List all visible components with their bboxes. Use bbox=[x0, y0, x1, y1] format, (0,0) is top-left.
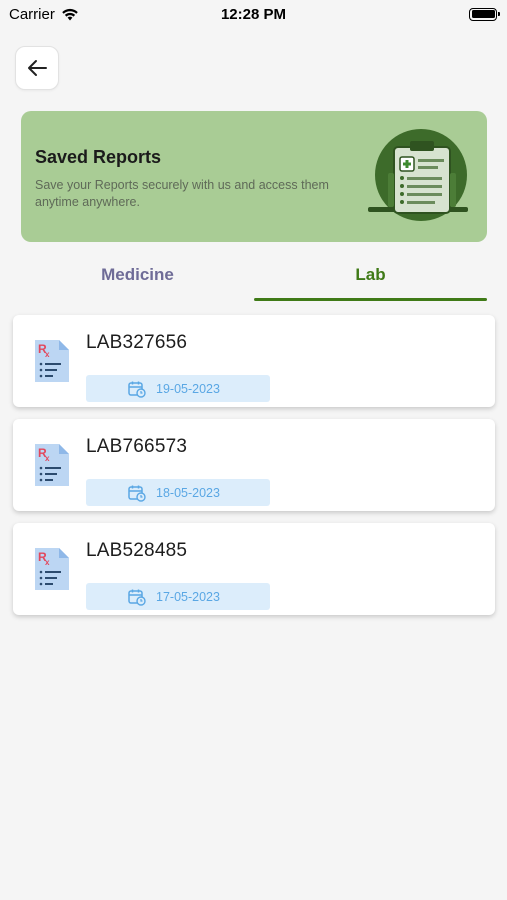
banner-title: Saved Reports bbox=[35, 147, 162, 167]
date-chip: 17-05-2023 bbox=[86, 583, 270, 610]
date-chip: 19-05-2023 bbox=[86, 375, 270, 402]
prescription-document-icon: R x bbox=[35, 444, 69, 486]
report-list: R x LAB327656 19-05-2023 R x LAB766573 1… bbox=[13, 315, 495, 627]
wifi-icon bbox=[62, 8, 78, 20]
report-card[interactable]: R x LAB528485 17-05-2023 bbox=[13, 523, 495, 615]
status-left: Carrier bbox=[9, 6, 79, 23]
svg-text:x: x bbox=[45, 454, 50, 463]
report-tabs: Medicine Lab bbox=[21, 248, 487, 301]
arrow-left-icon bbox=[28, 60, 47, 76]
svg-text:x: x bbox=[45, 558, 50, 567]
date-chip: 18-05-2023 bbox=[86, 479, 270, 506]
calendar-clock-icon bbox=[128, 485, 146, 502]
report-date: 19-05-2023 bbox=[156, 381, 220, 396]
calendar-clock-icon bbox=[128, 381, 146, 398]
saved-reports-banner: Saved Reports Save your Reports securely… bbox=[21, 111, 487, 242]
prescription-document-icon: R x bbox=[35, 548, 69, 590]
report-date: 18-05-2023 bbox=[156, 485, 220, 500]
report-card[interactable]: R x LAB327656 19-05-2023 bbox=[13, 315, 495, 407]
report-id: LAB766573 bbox=[86, 436, 188, 457]
svg-text:x: x bbox=[45, 350, 50, 359]
report-id: LAB327656 bbox=[86, 332, 188, 353]
status-bar: Carrier 12:28 PM bbox=[0, 0, 507, 28]
report-date: 17-05-2023 bbox=[156, 589, 220, 604]
report-card[interactable]: R x LAB766573 18-05-2023 bbox=[13, 419, 495, 511]
clipboard-report-icon bbox=[368, 129, 468, 221]
battery-icon bbox=[469, 7, 500, 21]
calendar-clock-icon bbox=[128, 589, 146, 606]
tab-medicine[interactable]: Medicine bbox=[21, 248, 254, 301]
tab-lab[interactable]: Lab bbox=[254, 248, 487, 301]
carrier-label: Carrier bbox=[9, 5, 55, 23]
prescription-document-icon: R x bbox=[35, 340, 69, 382]
report-id: LAB528485 bbox=[86, 540, 188, 561]
banner-description: Save your Reports securely with us and a… bbox=[35, 178, 329, 209]
back-button[interactable] bbox=[15, 46, 59, 90]
